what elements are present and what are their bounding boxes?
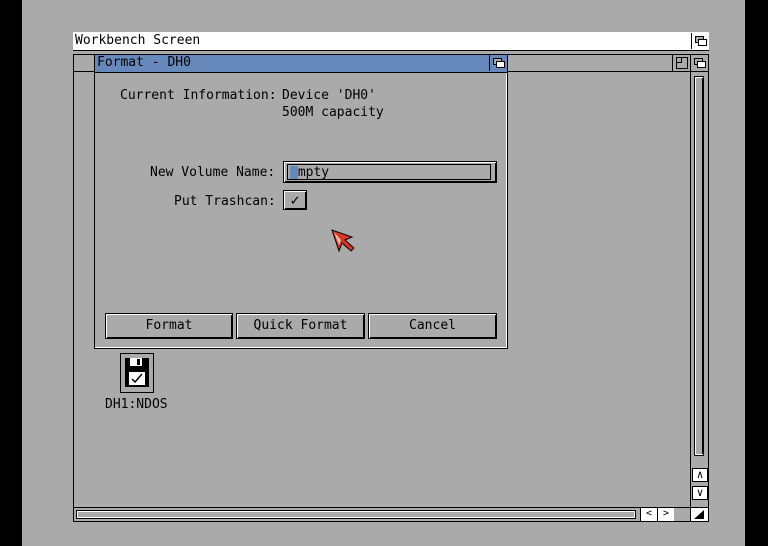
format-button[interactable]: Format	[105, 313, 233, 339]
scroll-left-button[interactable]: <	[640, 508, 657, 521]
window-depth-icon[interactable]	[690, 55, 708, 71]
cancel-button[interactable]: Cancel	[368, 313, 497, 339]
arrow-up-icon: ∧	[696, 468, 704, 481]
scroll-up-button[interactable]: ∧	[692, 468, 708, 482]
trashcan-label: Put Trashcan:	[174, 194, 276, 209]
horizontal-scroll-knob[interactable]	[78, 512, 634, 517]
device-info: Device 'DH0'	[282, 88, 376, 103]
scroll-right-button[interactable]: >	[657, 508, 674, 521]
vertical-scrollbar[interactable]: ∧ ∨	[690, 72, 708, 520]
vertical-scroll-knob[interactable]	[696, 78, 703, 454]
vertical-scroll-track[interactable]	[694, 76, 704, 456]
text-cursor	[290, 166, 298, 179]
quick-format-button[interactable]: Quick Format	[236, 313, 365, 339]
format-dialog-title-bar[interactable]: Format - DH0	[95, 55, 507, 73]
floppy-disk-icon[interactable]	[120, 353, 154, 393]
screen-title: Workbench Screen	[75, 33, 201, 48]
volume-name-label: New Volume Name:	[150, 165, 276, 180]
format-dialog-title: Format - DH0	[97, 55, 191, 70]
format-dialog: Format - DH0 Current Information: Device…	[94, 54, 508, 349]
screen-depth-icon[interactable]	[691, 33, 709, 49]
resize-icon[interactable]	[690, 507, 708, 521]
horizontal-scrollbar[interactable]: < >	[74, 507, 692, 521]
mouse-pointer-icon	[331, 229, 355, 253]
screen-title-bar[interactable]: Workbench Screen	[73, 32, 709, 51]
scroll-down-button[interactable]: ∨	[692, 486, 708, 500]
arrow-down-icon: ∨	[696, 486, 704, 499]
horizontal-scroll-track[interactable]	[76, 510, 636, 519]
arrow-right-icon: >	[662, 508, 670, 519]
checkmark-icon: ✓	[290, 191, 300, 209]
drive-icon-label[interactable]: DH1:NDOS	[105, 398, 168, 412]
volume-name-input[interactable]	[287, 164, 491, 180]
dialog-depth-icon[interactable]	[489, 55, 507, 71]
capacity-info: 500M capacity	[282, 105, 384, 120]
put-trashcan-checkbox[interactable]: ✓	[283, 190, 307, 210]
arrow-left-icon: <	[645, 508, 653, 519]
zoom-icon[interactable]	[672, 55, 690, 71]
current-info-label: Current Information:	[120, 88, 277, 103]
volume-name-field[interactable]	[283, 161, 497, 183]
